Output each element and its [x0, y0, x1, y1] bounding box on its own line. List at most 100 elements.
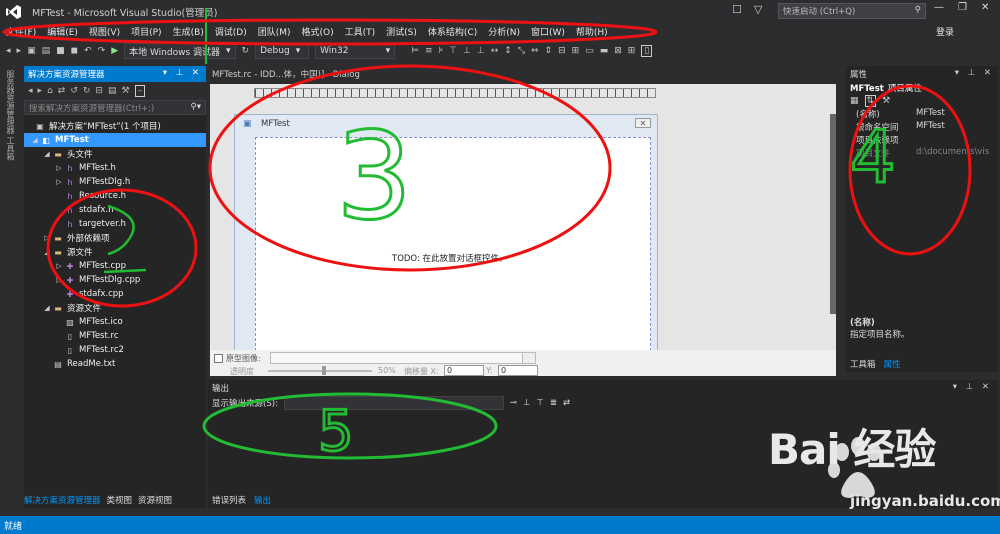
menu-view[interactable]: 视图(V) [89, 25, 120, 38]
menu-file[interactable]: 文件(F) [6, 25, 36, 38]
menu-debug[interactable]: 调试(D) [215, 25, 247, 38]
align-left-icon[interactable]: ⊨ [411, 46, 419, 56]
menu-test[interactable]: 测试(S) [386, 25, 417, 38]
dialog-window[interactable]: ▣ MFTest ✕ TODO: 在此放置对话框控件。 [234, 114, 658, 354]
space-down-icon[interactable]: ⇕ [545, 46, 553, 56]
tree-item-file[interactable]: h targetver.h [24, 217, 206, 231]
close-icon[interactable]: ✕ [981, 2, 989, 13]
tab-solution-explorer[interactable]: 解决方案资源管理器 [24, 494, 101, 506]
sync-icon[interactable]: ⇄ [58, 86, 66, 96]
debugger-select[interactable]: 本地 Windows 调试器 ▾ [124, 43, 236, 59]
document-tab[interactable]: MFTest.rc - IDD...体，中国)] - Dialog [208, 66, 364, 82]
same-width-icon[interactable]: ↔ [491, 46, 499, 56]
center-horiz-icon[interactable]: ⊞ [572, 46, 580, 56]
property-row[interactable]: 项目依赖项 [846, 134, 998, 147]
expanded-arrow-icon[interactable]: ◢ [42, 248, 52, 256]
tree-item-file[interactable]: ✚ stdafx.cpp [24, 287, 206, 301]
save-icon[interactable]: ■ [56, 46, 65, 56]
menu-team[interactable]: 团队(M) [258, 25, 291, 38]
dialog-designer[interactable]: ▣ MFTest ✕ TODO: 在此放置对话框控件。 原型图像: 透明度 50… [210, 84, 836, 376]
collapse-icon[interactable]: ⊟ [95, 86, 103, 96]
pin-icon[interactable]: ▾ ⊥ ✕ [955, 68, 994, 78]
grid-icon[interactable]: ⊞ [628, 46, 636, 56]
tab-properties[interactable]: 属性 [884, 358, 901, 370]
offset-x-input[interactable]: 0 [444, 365, 484, 376]
collapsed-arrow-icon[interactable]: ▷ [54, 164, 64, 172]
tree-item-file[interactable]: ▷ ✚ MFTest.cpp [24, 259, 206, 273]
proto-path-input[interactable] [270, 352, 536, 364]
collapsed-arrow-icon[interactable]: ▷ [54, 178, 64, 186]
tab-output[interactable]: 输出 [254, 494, 271, 506]
menu-edit[interactable]: 编辑(E) [47, 25, 78, 38]
tree-item-solution[interactable]: ▣ 解决方案“MFTest”(1 个项目) [24, 119, 206, 133]
tree-item-project[interactable]: ◢ ◧ MFTest [24, 133, 206, 147]
dialog-client-area[interactable]: TODO: 在此放置对话框控件。 [255, 137, 651, 351]
button-right-icon[interactable]: ▭ [585, 46, 594, 56]
filter-icon[interactable]: ▽ [754, 3, 762, 16]
tree-item-folder[interactable]: ◢ ▬ 源文件 [24, 245, 206, 259]
start-debug-icon[interactable]: ▶ [111, 46, 118, 56]
tree-item-file[interactable]: ▯ MFTest.rc [24, 329, 206, 343]
tree-item-file[interactable]: ▨ MFTest.ico [24, 315, 206, 329]
feedback-icon[interactable]: ☐ [732, 3, 742, 16]
guides-icon[interactable]: ▯ [641, 45, 653, 57]
tab-toolbox[interactable]: 工具箱 [850, 358, 876, 370]
todo-label[interactable]: TODO: 在此放置对话框控件。 [392, 252, 508, 264]
save-all-icon[interactable]: ◼ [71, 46, 78, 56]
minimize-icon[interactable]: — [934, 2, 944, 13]
offset-y-input[interactable]: 0 [498, 365, 538, 376]
find-message-icon[interactable]: ⊸ [510, 398, 517, 408]
tree-item-folder[interactable]: ▷ ▬ 外部依赖项 [24, 231, 206, 245]
preview-icon[interactable]: – [134, 85, 146, 97]
config-select[interactable]: Debug ▾ [255, 43, 310, 59]
pin-icon[interactable]: ▾ ⊥ ✕ [163, 68, 202, 78]
prev-message-icon[interactable]: ⊥ [523, 398, 530, 408]
forward-icon[interactable]: ▸ [17, 46, 22, 56]
opacity-slider[interactable] [268, 370, 372, 372]
same-size-icon[interactable]: ⤡ [518, 46, 525, 56]
menu-architecture[interactable]: 体系结构(C) [428, 25, 477, 38]
collapsed-arrow-icon[interactable]: ▷ [54, 276, 64, 284]
menu-analyze[interactable]: 分析(N) [488, 25, 520, 38]
properties-icon[interactable]: ⚒ [121, 86, 129, 96]
close-icon[interactable]: ✕ [635, 118, 651, 128]
button-bottom-icon[interactable]: ▬ [600, 46, 609, 56]
wrench-icon[interactable]: ⚒ [882, 96, 890, 106]
align-middle-icon[interactable]: ⊥ [463, 46, 471, 56]
collapsed-arrow-icon[interactable]: ▷ [54, 262, 64, 270]
next-message-icon[interactable]: ⊤ [536, 398, 543, 408]
align-right-icon[interactable]: ⊧ [438, 46, 443, 56]
tree-item-file[interactable]: ▤ ReadMe.txt [24, 357, 206, 371]
menu-tools[interactable]: 工具(T) [345, 25, 376, 38]
refresh-icon[interactable]: ↻ [242, 46, 250, 56]
platform-select[interactable]: Win32 ▾ [315, 43, 396, 59]
align-bottom-icon[interactable]: ⊥ [477, 46, 485, 56]
tab-error-list[interactable]: 错误列表 [212, 494, 246, 506]
menu-help[interactable]: 帮助(H) [576, 25, 608, 38]
login-link[interactable]: 登录 [936, 25, 954, 38]
tab-class-view[interactable]: 类视图 [107, 494, 133, 506]
pin-icon[interactable]: ▾ ⊥ ✕ [953, 382, 992, 392]
clear-all-icon[interactable]: ≣ [550, 398, 557, 408]
history-icon[interactable]: ↺ [70, 86, 78, 96]
tree-item-folder[interactable]: ◢ ▬ 资源文件 [24, 301, 206, 315]
menu-format[interactable]: 格式(O) [302, 25, 334, 38]
categorized-icon[interactable]: ▦ [850, 96, 859, 106]
proto-checkbox[interactable] [214, 354, 223, 363]
collapsed-arrow-icon[interactable]: ▷ [42, 234, 52, 242]
menu-window[interactable]: 窗口(W) [531, 25, 565, 38]
expanded-arrow-icon[interactable]: ◢ [42, 150, 52, 158]
tree-item-file[interactable]: ▷ h MFTest.h [24, 161, 206, 175]
properties-object-select[interactable]: MFTest 项目属性 [846, 80, 998, 94]
test-dialog-icon[interactable]: ⊠ [614, 46, 622, 56]
property-row[interactable]: 项目文件 d:\documents\vis [846, 147, 998, 160]
restore-icon[interactable]: ❐ [958, 2, 967, 13]
expanded-arrow-icon[interactable]: ◢ [30, 136, 40, 144]
vertical-scrollbar[interactable] [830, 114, 836, 314]
back-icon[interactable]: ◂ [28, 86, 33, 96]
refresh-icon[interactable]: ↻ [83, 86, 91, 96]
menu-project[interactable]: 项目(P) [131, 25, 161, 38]
solution-search-input[interactable]: 搜索解决方案资源管理器(Ctrl+;) ⚲▾ [24, 100, 206, 115]
align-top-icon[interactable]: ⊤ [449, 46, 457, 56]
new-project-icon[interactable]: ▣ [27, 46, 36, 56]
